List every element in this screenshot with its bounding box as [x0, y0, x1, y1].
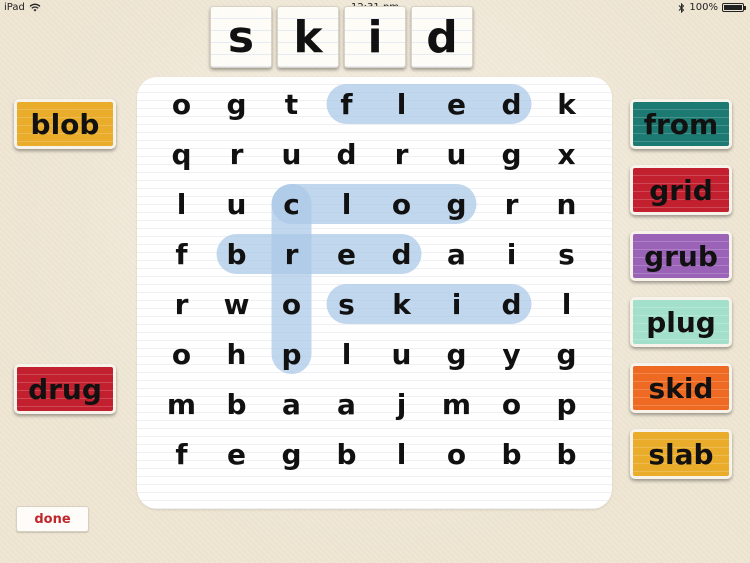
target-letter-tile: i — [344, 6, 406, 68]
target-letter-tile: k — [277, 6, 339, 68]
grid-letter[interactable]: r — [264, 229, 319, 279]
word-card-blob[interactable]: blob — [14, 99, 116, 149]
grid-letter[interactable]: g — [539, 329, 594, 379]
grid-letter[interactable]: g — [209, 79, 264, 129]
grid-letter[interactable]: r — [484, 179, 539, 229]
done-button[interactable]: done — [16, 506, 89, 532]
grid-letter[interactable]: o — [154, 329, 209, 379]
grid-letter[interactable]: g — [264, 429, 319, 479]
grid-letter[interactable]: a — [264, 379, 319, 429]
grid-letter[interactable]: w — [209, 279, 264, 329]
grid-letter[interactable]: b — [484, 429, 539, 479]
word-search-board[interactable]: ogtfledkqrudrugxluclogrnfbredaisrwoskidl… — [137, 77, 612, 509]
grid-letter[interactable]: a — [319, 379, 374, 429]
grid-letter[interactable]: c — [264, 179, 319, 229]
word-card-grid[interactable]: grid — [630, 165, 732, 215]
grid-letter[interactable]: f — [154, 229, 209, 279]
grid-letter[interactable]: b — [209, 379, 264, 429]
grid-letter[interactable]: h — [209, 329, 264, 379]
grid-letter[interactable]: l — [374, 79, 429, 129]
grid-letter[interactable]: d — [484, 79, 539, 129]
battery-percent: 100% — [689, 2, 718, 13]
grid-letter[interactable]: d — [484, 279, 539, 329]
grid-letter[interactable]: o — [429, 429, 484, 479]
target-letter-tile: s — [210, 6, 272, 68]
grid-letter[interactable]: l — [539, 279, 594, 329]
grid-letter[interactable]: u — [264, 129, 319, 179]
grid-letter[interactable]: r — [209, 129, 264, 179]
grid-letter[interactable]: f — [319, 79, 374, 129]
grid-letter[interactable]: i — [484, 229, 539, 279]
grid-letter[interactable]: u — [209, 179, 264, 229]
grid-letter[interactable]: s — [539, 229, 594, 279]
grid-letter[interactable]: x — [539, 129, 594, 179]
grid-letter[interactable]: b — [539, 429, 594, 479]
grid-letter[interactable]: o — [484, 379, 539, 429]
grid-letter[interactable]: e — [429, 79, 484, 129]
grid-letter[interactable]: j — [374, 379, 429, 429]
grid-letter[interactable]: o — [374, 179, 429, 229]
battery-icon — [722, 3, 746, 12]
grid-letter[interactable]: m — [429, 379, 484, 429]
grid-letter[interactable]: k — [374, 279, 429, 329]
grid-letter[interactable]: u — [429, 129, 484, 179]
grid-letter[interactable]: g — [429, 329, 484, 379]
grid-letter[interactable]: d — [374, 229, 429, 279]
grid-letter[interactable]: b — [319, 429, 374, 479]
grid-letter[interactable]: p — [539, 379, 594, 429]
grid-letter[interactable]: e — [319, 229, 374, 279]
grid-letter[interactable]: k — [539, 79, 594, 129]
grid-letter[interactable]: g — [484, 129, 539, 179]
grid-letter[interactable]: e — [209, 429, 264, 479]
word-card-slab[interactable]: slab — [630, 429, 732, 479]
grid-letter[interactable]: g — [429, 179, 484, 229]
word-card-drug[interactable]: drug — [14, 364, 116, 414]
grid-letter[interactable]: o — [154, 79, 209, 129]
grid-letter[interactable]: i — [429, 279, 484, 329]
word-card-grub[interactable]: grub — [630, 231, 732, 281]
grid-letter[interactable]: n — [539, 179, 594, 229]
word-card-from[interactable]: from — [630, 99, 732, 149]
grid-letter[interactable]: l — [319, 329, 374, 379]
word-card-skid[interactable]: skid — [630, 363, 732, 413]
bluetooth-icon — [679, 2, 685, 13]
grid-letter[interactable]: m — [154, 379, 209, 429]
grid-letter[interactable]: l — [154, 179, 209, 229]
grid-letter[interactable]: q — [154, 129, 209, 179]
target-word: s k i d — [210, 6, 473, 68]
grid-letter[interactable]: l — [374, 429, 429, 479]
grid-letter[interactable]: f — [154, 429, 209, 479]
grid-letter[interactable]: r — [374, 129, 429, 179]
grid-letter[interactable]: b — [209, 229, 264, 279]
grid-letter[interactable]: u — [374, 329, 429, 379]
grid-letter[interactable]: p — [264, 329, 319, 379]
word-card-plug[interactable]: plug — [630, 297, 732, 347]
grid-letter[interactable]: l — [319, 179, 374, 229]
grid-letter[interactable]: o — [264, 279, 319, 329]
grid-letter[interactable]: d — [319, 129, 374, 179]
grid-letter[interactable]: a — [429, 229, 484, 279]
target-letter-tile: d — [411, 6, 473, 68]
grid-letter[interactable]: t — [264, 79, 319, 129]
grid-letter[interactable]: r — [154, 279, 209, 329]
grid-letter[interactable]: s — [319, 279, 374, 329]
grid-letter[interactable]: y — [484, 329, 539, 379]
